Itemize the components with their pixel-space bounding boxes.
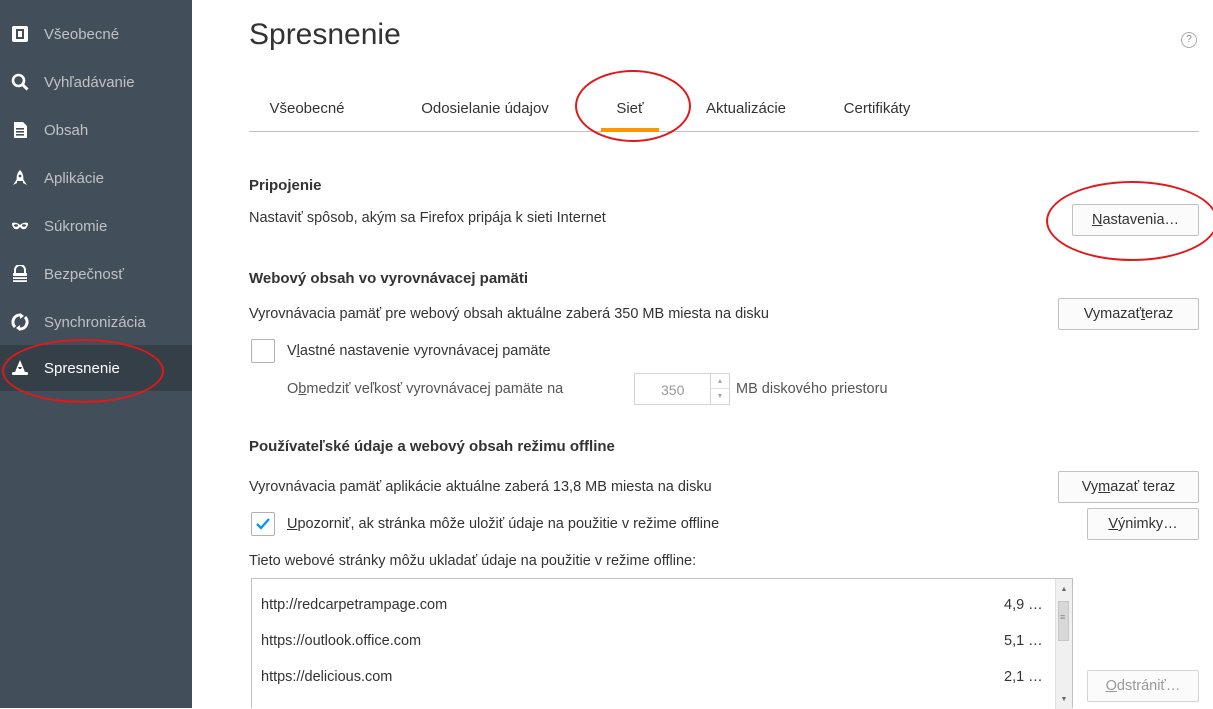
offline-warn-label: Upozorniť, ak stránka môže uložiť údaje … <box>287 516 720 532</box>
general-icon <box>10 24 30 44</box>
sidebar-item-search[interactable]: Vyhľadávanie <box>0 62 192 102</box>
connection-heading: Pripojenie <box>249 177 322 194</box>
sidebar-item-label: Spresnenie <box>44 359 120 377</box>
sidebar-item-label: Synchronizácia <box>44 313 146 331</box>
tab-certificates[interactable]: Certifikáty <box>827 85 927 131</box>
override-cache-label: Vlastné nastavenie vyrovnávacej pamäte <box>287 343 551 359</box>
offline-heading: Používateľské údaje a webový obsah režim… <box>249 438 615 455</box>
tab-update[interactable]: Aktualizácie <box>691 85 801 131</box>
cache-limit-unit: MB diskového priestoru <box>736 381 888 397</box>
offline-description: Vyrovnávacia pamäť aplikácie aktuálne za… <box>249 479 712 495</box>
cache-size-stepper[interactable]: ▲ ▼ <box>710 374 729 404</box>
sidebar-item-label: Obsah <box>44 121 89 139</box>
lock-icon <box>10 264 30 284</box>
tab-network[interactable]: Sieť <box>593 85 667 132</box>
sidebar-item-privacy[interactable]: Súkromie <box>0 206 192 246</box>
sidebar-item-advanced[interactable]: Spresnenie <box>0 345 192 391</box>
page-title: Spresnenie <box>249 18 401 51</box>
web-cache-heading: Webový obsah vo vyrovnávacej pamäti <box>249 270 529 287</box>
override-cache-checkbox[interactable] <box>251 339 275 363</box>
sidebar-item-label: Vyhľadávanie <box>44 73 135 91</box>
document-icon <box>10 120 30 140</box>
clear-web-cache-button[interactable]: Vymazať t eraz <box>1058 298 1199 330</box>
sidebar-item-label: Bezpečnosť <box>44 265 124 283</box>
help-icon[interactable]: ? <box>1181 32 1197 48</box>
connection-description: Nastaviť spôsob, akým sa Firefox pripája… <box>249 210 606 226</box>
tab-general[interactable]: Všeobecné <box>261 85 353 131</box>
site-url: https://outlook.office.com <box>261 633 422 649</box>
tab-data-choices[interactable]: Odosielanie údajov <box>397 85 573 131</box>
site-url: https://delicious.com <box>261 669 393 685</box>
sidebar-item-label: Všeobecné <box>44 25 120 43</box>
cache-size-value: 350 <box>661 382 685 398</box>
sidebar-item-sync[interactable]: Synchronizácia <box>0 302 192 342</box>
offline-sites-label: Tieto webové stránky môžu ukladať údaje … <box>249 553 697 569</box>
site-size: 5,1 … <box>1004 633 1043 649</box>
list-item[interactable]: https://outlook.office.com 5,1 … <box>252 621 1052 657</box>
sidebar-item-content[interactable]: Obsah <box>0 110 192 150</box>
list-item[interactable]: https://delicious.com 2,1 … <box>252 657 1052 693</box>
list-scrollbar[interactable]: ▲ ▼ <box>1055 579 1072 709</box>
mask-icon <box>10 216 30 236</box>
remove-site-button[interactable]: Odstrániť… <box>1087 670 1199 702</box>
cache-size-input[interactable]: 350 ▲ ▼ <box>634 373 730 405</box>
sidebar-item-label: Aplikácie <box>44 169 105 187</box>
list-item[interactable]: http://redcarpetrampage.com 4,9 … <box>252 585 1052 621</box>
web-cache-description: Vyrovnávacia pamäť pre webový obsah aktu… <box>249 306 769 322</box>
site-size: 4,9 … <box>1004 597 1043 613</box>
sidebar-item-label: Súkromie <box>44 217 108 235</box>
rocket-icon <box>10 168 30 188</box>
stepper-down-icon[interactable]: ▼ <box>711 389 729 404</box>
sidebar-item-general[interactable]: Všeobecné <box>0 14 192 54</box>
offline-warn-checkbox[interactable] <box>251 512 275 536</box>
sidebar-item-security[interactable]: Bezpečnosť <box>0 254 192 294</box>
cache-limit-label: Obmedziť veľkosť vyrovnávacej pamäte na <box>287 381 564 397</box>
sidebar-item-applications[interactable]: Aplikácie <box>0 158 192 198</box>
site-url: http://redcarpetrampage.com <box>261 597 448 613</box>
scroll-down-icon[interactable]: ▼ <box>1056 691 1072 707</box>
wizard-hat-icon <box>10 358 30 378</box>
scroll-up-icon[interactable]: ▲ <box>1056 581 1072 597</box>
offline-exceptions-button[interactable]: Výnimky… <box>1087 508 1199 540</box>
sync-icon <box>10 312 30 332</box>
stepper-up-icon[interactable]: ▲ <box>711 374 729 389</box>
offline-sites-list[interactable]: http://redcarpetrampage.com 4,9 … https:… <box>251 578 1073 709</box>
scroll-thumb[interactable] <box>1058 601 1069 641</box>
tab-bar: Všeobecné Odosielanie údajov Sieť Aktual… <box>249 85 1199 132</box>
checkmark-icon <box>256 518 270 530</box>
sidebar: Všeobecné Vyhľadávanie Obsah Aplikácie S… <box>0 0 192 708</box>
search-icon <box>10 72 30 92</box>
clear-offline-cache-button[interactable]: Vy m azať teraz <box>1058 471 1199 503</box>
site-size: 2,1 … <box>1004 669 1043 685</box>
connection-settings-button[interactable]: Nastavenia… <box>1072 204 1199 236</box>
